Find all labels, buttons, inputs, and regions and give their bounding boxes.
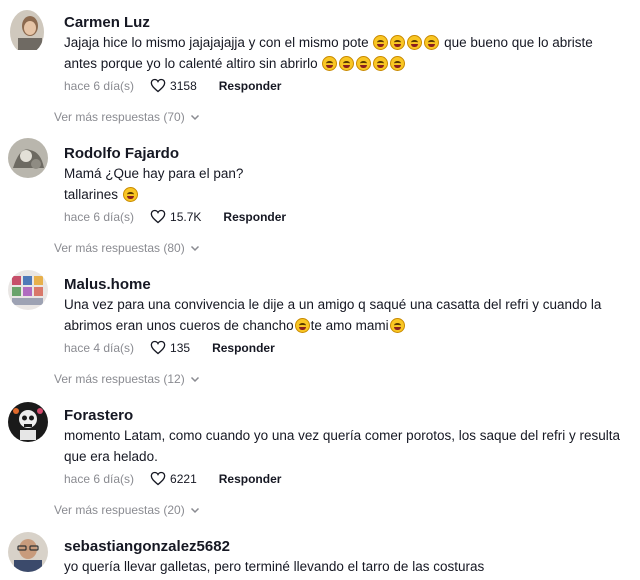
comment-date: hace 4 día(s) bbox=[64, 340, 135, 355]
comment-text-part: Jajaja hice lo mismo jajajajajja y con e… bbox=[64, 35, 373, 50]
comment-username[interactable]: Carmen Luz bbox=[64, 14, 150, 31]
laughing-emoji-icon bbox=[373, 35, 389, 50]
view-more-replies[interactable]: Ver más respuestas (12) bbox=[54, 372, 200, 386]
comment-date: hace 6 día(s) bbox=[64, 78, 135, 93]
comment-meta: hace 4 día(s) 135 Responder bbox=[64, 340, 275, 355]
laughing-emoji-icon bbox=[389, 318, 405, 333]
comment-username[interactable]: Rodolfo Fajardo bbox=[64, 145, 179, 162]
avatar[interactable] bbox=[10, 10, 44, 54]
comment-text-part: tallarines bbox=[64, 187, 122, 202]
laughing-emoji-icon bbox=[339, 56, 355, 71]
view-more-replies-label: Ver más respuestas (20) bbox=[54, 503, 185, 517]
comment-date: hace 6 día(s) bbox=[64, 209, 135, 224]
laughing-emoji-icon bbox=[424, 35, 440, 50]
laughing-emoji-icon bbox=[373, 56, 389, 71]
avatar[interactable] bbox=[8, 138, 48, 178]
comment-text: yo quería llevar galletas, pero terminé … bbox=[64, 559, 485, 574]
comment-date: hace 6 día(s) bbox=[64, 471, 135, 486]
like-count: 15.7K bbox=[170, 209, 202, 224]
like-count: 135 bbox=[170, 340, 191, 355]
comment-text: Mamá ¿Que hay para el pan? tallarines bbox=[64, 163, 629, 205]
comment-text: Jajaja hice lo mismo jajajajajja y con e… bbox=[64, 32, 629, 74]
avatar-image bbox=[8, 402, 48, 442]
comment-username[interactable]: Malus.home bbox=[64, 276, 151, 293]
like-count: 6221 bbox=[170, 471, 197, 486]
laughing-emoji-icon bbox=[122, 187, 138, 202]
avatar[interactable] bbox=[8, 402, 48, 442]
laughing-emoji-icon bbox=[407, 35, 423, 50]
reply-button[interactable]: Responder bbox=[212, 341, 275, 355]
comment-text-line: tallarines bbox=[64, 184, 629, 205]
view-more-replies[interactable]: Ver más respuestas (20) bbox=[54, 503, 200, 517]
comment-meta: hace 6 día(s) 15.7K Responder bbox=[64, 209, 286, 224]
avatar-image bbox=[8, 138, 48, 178]
avatar[interactable] bbox=[8, 270, 48, 310]
laughing-emoji-icon bbox=[294, 318, 310, 333]
view-more-replies[interactable]: Ver más respuestas (70) bbox=[54, 110, 200, 124]
view-more-replies-label: Ver más respuestas (12) bbox=[54, 372, 185, 386]
like-button[interactable]: 3158 bbox=[150, 78, 197, 93]
avatar-image bbox=[8, 532, 48, 572]
heart-outline-icon bbox=[150, 209, 166, 224]
like-count: 3158 bbox=[170, 78, 197, 93]
avatar-image bbox=[8, 270, 48, 310]
chevron-down-icon bbox=[190, 245, 199, 252]
like-button[interactable]: 6221 bbox=[150, 471, 197, 486]
chevron-down-icon bbox=[190, 376, 199, 383]
comment-text: momento Latam, como cuando yo una vez qu… bbox=[64, 428, 621, 464]
like-button[interactable]: 135 bbox=[150, 340, 190, 355]
laughing-emoji-icon bbox=[390, 56, 406, 71]
avatar-image bbox=[10, 10, 44, 50]
chevron-down-icon bbox=[190, 507, 199, 514]
like-button[interactable]: 15.7K bbox=[150, 209, 201, 224]
comment-text: Una vez para una convivencia le dije a u… bbox=[64, 294, 629, 336]
comment-meta: hace 6 día(s) 6221 Responder bbox=[64, 471, 281, 486]
reply-button[interactable]: Responder bbox=[219, 472, 282, 486]
comment-username[interactable]: Forastero bbox=[64, 407, 133, 424]
laughing-emoji-icon bbox=[390, 35, 406, 50]
comment-username[interactable]: sebastiangonzalez5682 bbox=[64, 538, 230, 555]
laughing-emoji-icon bbox=[322, 56, 338, 71]
heart-outline-icon bbox=[150, 471, 166, 486]
chevron-down-icon bbox=[190, 114, 199, 121]
avatar[interactable] bbox=[8, 532, 48, 572]
view-more-replies[interactable]: Ver más respuestas (80) bbox=[54, 241, 200, 255]
comment-text-line: Mamá ¿Que hay para el pan? bbox=[64, 166, 244, 181]
reply-button[interactable]: Responder bbox=[219, 79, 282, 93]
heart-outline-icon bbox=[150, 340, 166, 355]
view-more-replies-label: Ver más respuestas (80) bbox=[54, 241, 185, 255]
reply-button[interactable]: Responder bbox=[223, 210, 286, 224]
comment-text-part: te amo mami bbox=[310, 318, 389, 333]
view-more-replies-label: Ver más respuestas (70) bbox=[54, 110, 185, 124]
laughing-emoji-icon bbox=[356, 56, 372, 71]
heart-outline-icon bbox=[150, 78, 166, 93]
comment-meta: hace 6 día(s) 3158 Responder bbox=[64, 78, 281, 93]
